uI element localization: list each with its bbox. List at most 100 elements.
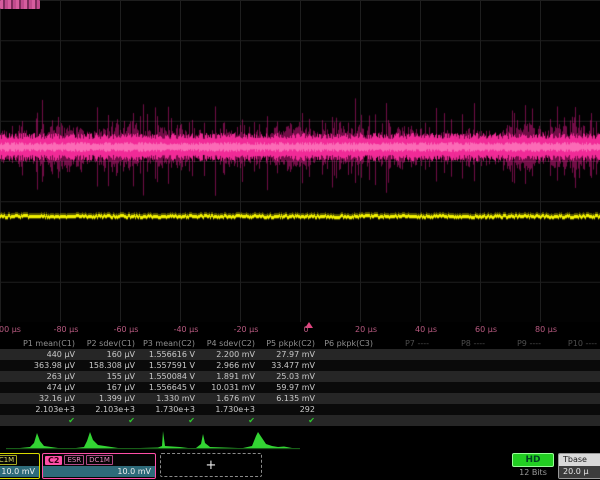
status-check-icon [488,415,544,426]
measure-cell: 1.730e+3 [138,404,198,415]
table-row: 2.103e+32.103e+31.730e+31.730e+3292 [0,404,600,415]
oscilloscope-screen: -100 µs-80 µs-60 µs-40 µs-20 µs020 µs40 … [0,0,600,480]
measure-cell [488,371,544,382]
measure-cell [488,393,544,404]
histicon-p1[interactable] [20,433,58,448]
measure-cell [488,349,544,360]
hd-bits-label: 12 Bits [512,468,554,477]
measure-header-p2[interactable]: P2 sdev(C1) [78,338,138,349]
status-check-icon [432,415,488,426]
measure-cell: 160 µV [78,349,138,360]
measure-cell: 167 µV [78,382,138,393]
table-row: P1 mean(C1)P2 sdev(C1)P3 mean(C2)P4 sdev… [0,338,600,349]
measure-header-p5[interactable]: P5 pkpk(C2) [258,338,318,349]
measure-cell [544,360,600,371]
histicon-p3[interactable] [140,431,188,448]
c2-descriptor-box[interactable]: C2 ESR DC1M 10.0 mV [42,453,156,479]
measure-cell [376,393,432,404]
measure-header-p9[interactable]: P9 ---- [488,338,544,349]
measure-cell: 292 [258,404,318,415]
measure-cell [488,382,544,393]
histicon-p2[interactable] [76,432,118,448]
time-axis-label: 0 [303,325,308,334]
measure-cell: 1.556645 V [138,382,198,393]
measure-cell: 1.730e+3 [198,404,258,415]
add-trace-button[interactable]: + [160,453,262,477]
measure-cell: 263 µV [0,371,78,382]
measure-cell [318,360,376,371]
measure-cell: 440 µV [0,349,78,360]
measure-cell: 158.308 µV [78,360,138,371]
status-check-icon: ✔ [0,415,78,426]
measure-cell: 363.98 µV [0,360,78,371]
c2-esr-badge: ESR [64,455,84,465]
measure-cell: 1.330 mV [138,393,198,404]
table-row: ✔✔✔✔✔ [0,415,600,426]
c1-coupling-badge: DC1M [0,455,17,465]
measure-cell [544,349,600,360]
table-row: 363.98 µV158.308 µV1.557591 V2.966 mV33.… [0,360,600,371]
measure-cell: 32.16 µV [0,393,78,404]
measure-cell: 155 µV [78,371,138,382]
status-check-icon: ✔ [198,415,258,426]
table-row: 440 µV160 µV1.556616 V2.200 mV27.97 mV [0,349,600,360]
measure-header-p8[interactable]: P8 ---- [432,338,488,349]
measure-cell: 474 µV [0,382,78,393]
waveform-canvas[interactable] [0,0,600,322]
measure-cell [544,393,600,404]
measure-cell: 1.399 µV [78,393,138,404]
measure-cell [318,382,376,393]
trace-annotation-badge [0,0,40,9]
measure-header-p6[interactable]: P6 pkpk(C3) [318,338,376,349]
time-axis-label: 40 µs [415,325,437,334]
measure-table: P1 mean(C1)P2 sdev(C1)P3 mean(C2)P4 sdev… [0,338,600,426]
measure-cell [544,371,600,382]
descriptor-bar: C1 DC1M 10.0 mV C2 ESR DC1M 10.0 mV + HD… [0,452,600,480]
table-row: 263 µV155 µV1.550084 V1.891 mV25.03 mV [0,371,600,382]
time-axis-label: -40 µs [174,325,199,334]
histicon-p5[interactable] [243,432,292,448]
measure-header-p1[interactable]: P1 mean(C1) [0,338,78,349]
measure-cell [432,393,488,404]
measure-cell [544,404,600,415]
measure-header-p7[interactable]: P7 ---- [376,338,432,349]
table-row: 474 µV167 µV1.556645 V10.031 mV59.97 mV [0,382,600,393]
status-check-icon: ✔ [78,415,138,426]
table-row: 32.16 µV1.399 µV1.330 mV1.676 mV6.135 mV [0,393,600,404]
c2-channel-badge: C2 [45,456,62,465]
time-axis-label: 20 µs [355,325,377,334]
status-check-icon [318,415,376,426]
measure-cell [488,404,544,415]
measure-cell: 59.97 mV [258,382,318,393]
c2-scale: 10.0 mV [43,466,155,477]
timebase-value: 20.0 µ [559,466,600,478]
measure-cell: 27.97 mV [258,349,318,360]
time-axis-label: -20 µs [234,325,259,334]
plus-icon: + [206,458,217,473]
timebase-descriptor-box[interactable]: Tbase 20.0 µ [558,453,600,479]
hd-indicator[interactable]: HD 12 Bits [512,453,554,477]
histicon-p4[interactable] [196,434,238,448]
time-axis-label: 80 µs [535,325,557,334]
waveform-grid[interactable] [0,0,600,322]
measure-cell: 6.135 mV [258,393,318,404]
measure-cell [376,382,432,393]
time-axis-label: -100 µs [0,325,21,334]
measure-cell [318,404,376,415]
hd-badge: HD [512,453,554,467]
measure-cell: 1.556616 V [138,349,198,360]
measure-cell [432,360,488,371]
measure-cell [432,371,488,382]
measure-cell: 2.966 mV [198,360,258,371]
measure-header-p4[interactable]: P4 sdev(C2) [198,338,258,349]
measure-cell [488,360,544,371]
measure-header-p10[interactable]: P10 ---- [544,338,600,349]
measure-cell: 2.200 mV [198,349,258,360]
measure-header-p3[interactable]: P3 mean(C2) [138,338,198,349]
measure-cell [376,349,432,360]
measure-cell [318,349,376,360]
c1-descriptor-box[interactable]: C1 DC1M 10.0 mV [0,453,40,479]
measure-cell: 1.676 mV [198,393,258,404]
measure-cell: 25.03 mV [258,371,318,382]
status-check-icon [544,415,600,426]
